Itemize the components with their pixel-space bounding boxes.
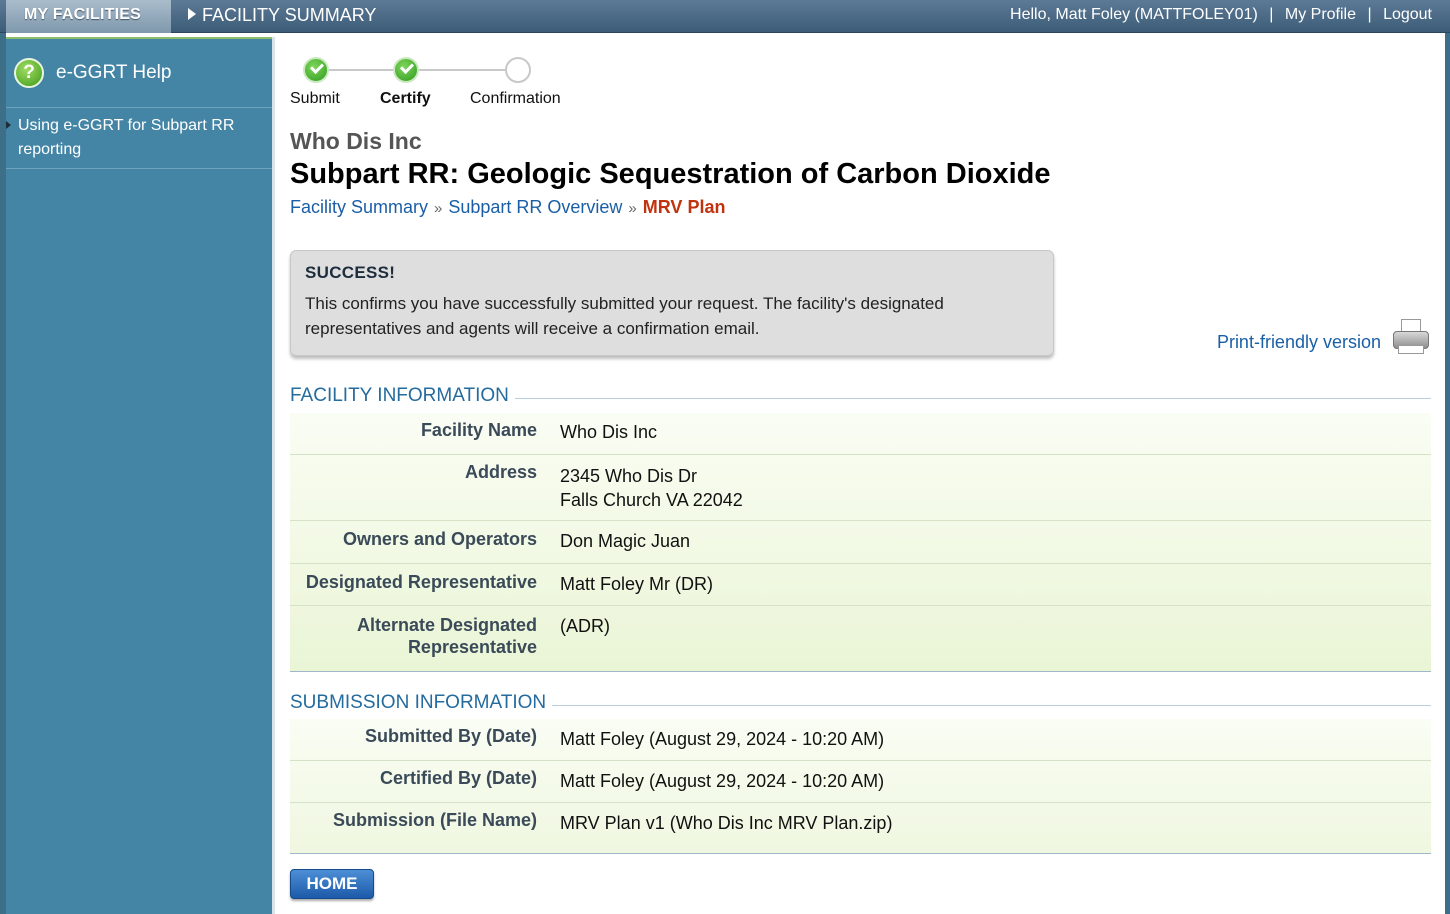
separator: | bbox=[1269, 6, 1274, 23]
row-label: Address bbox=[464, 462, 537, 482]
question-mark-icon: ? bbox=[14, 58, 44, 88]
breadcrumb-separator: » bbox=[434, 200, 443, 217]
table-row: Address 2345 Who Dis Dr Falls Church VA … bbox=[290, 455, 1431, 521]
help-header: ? e-GGRT Help bbox=[6, 39, 272, 108]
tab-my-facilities[interactable]: MY FACILITIES bbox=[6, 0, 171, 33]
row-label: Submission (File Name) bbox=[332, 810, 537, 830]
right-edge-bar bbox=[1445, 33, 1450, 914]
print-friendly-label: Print-friendly version bbox=[1216, 331, 1381, 352]
tab-facility-summary-label: FACILITY SUMMARY bbox=[202, 5, 377, 25]
tab-facility-summary[interactable]: FACILITY SUMMARY bbox=[188, 0, 376, 33]
breadcrumb: Facility Summary » Subpart RR Overview » MRV… bbox=[290, 197, 1431, 218]
help-link-subpart-rr[interactable]: Using e-GGRT for Subpart RR reporting bbox=[6, 108, 272, 169]
step-connector bbox=[418, 69, 506, 71]
main-content: Submit Certify Confirmation Who Dis Inc … bbox=[290, 40, 1431, 899]
row-value: Matt Foley (August 29, 2024 - 10:20 AM) bbox=[560, 771, 885, 791]
row-label: Facility Name bbox=[420, 420, 537, 440]
play-arrow-icon bbox=[188, 8, 196, 20]
table-row: Alternate Designated Representative (ADR… bbox=[290, 606, 1431, 671]
table-row: Certified By (Date) Matt Foley (August 2… bbox=[290, 761, 1431, 803]
submission-information-heading: SUBMISSION INFORMATION bbox=[290, 692, 1431, 714]
step-certify-check-icon bbox=[393, 57, 419, 83]
breadcrumb-subpart-rr-overview[interactable]: Subpart RR Overview bbox=[448, 197, 622, 217]
facility-information-title: FACILITY INFORMATION bbox=[290, 385, 509, 406]
breadcrumb-facility-summary[interactable]: Facility Summary bbox=[290, 197, 428, 217]
row-value: Matt Foley (August 29, 2024 - 10:20 AM) bbox=[560, 729, 885, 749]
company-name: Who Dis Inc bbox=[290, 128, 422, 154]
address-line-1: 2345 Who Dis Dr bbox=[560, 466, 698, 486]
separator: | bbox=[1367, 6, 1372, 23]
top-nav-bar: MY FACILITIES FACILITY SUMMARY Hello, Ma… bbox=[0, 0, 1450, 33]
help-title: e-GGRT Help bbox=[56, 62, 172, 83]
arrow-right-icon bbox=[6, 121, 11, 129]
user-greeting: Hello, Matt Foley (MATTFOLEY01) bbox=[1010, 6, 1258, 23]
print-friendly-link[interactable]: Print-friendly version bbox=[1217, 317, 1431, 357]
success-heading: SUCCESS! bbox=[305, 263, 396, 282]
logout-link[interactable]: Logout bbox=[1383, 6, 1432, 23]
step-certify-label: Certify bbox=[380, 90, 431, 107]
step-confirmation-circle-icon bbox=[505, 57, 531, 83]
sidebar-divider bbox=[272, 37, 275, 914]
user-menu: Hello, Matt Foley (MATTFOLEY01) | My Pro… bbox=[1010, 0, 1432, 33]
submission-information-title: SUBMISSION INFORMATION bbox=[290, 692, 547, 713]
table-row: Designated Representative Matt Foley Mr … bbox=[290, 564, 1431, 606]
facility-information-heading: FACILITY INFORMATION bbox=[290, 385, 1431, 407]
facility-information-table: Facility Name Who Dis Inc Address 2345 W… bbox=[290, 413, 1431, 672]
printer-icon bbox=[1391, 317, 1431, 357]
progress-steps: Submit Certify Confirmation bbox=[290, 40, 1431, 120]
table-row: Owners and Operators Don Magic Juan bbox=[290, 521, 1431, 564]
table-row: Submission (File Name) MRV Plan v1 (Who … bbox=[290, 803, 1431, 853]
home-button[interactable]: HOME bbox=[290, 869, 374, 899]
success-message-box: SUCCESS! This confirms you have successf… bbox=[290, 250, 1054, 356]
page-title: Subpart RR: Geologic Sequestration of Ca… bbox=[290, 158, 1051, 190]
step-confirmation-label: Confirmation bbox=[470, 90, 561, 107]
step-submit-check-icon bbox=[303, 57, 329, 83]
row-value: Who Dis Inc bbox=[560, 422, 658, 442]
my-profile-link[interactable]: My Profile bbox=[1285, 6, 1356, 23]
row-value: 2345 Who Dis Dr Falls Church VA 22042 bbox=[537, 462, 743, 520]
row-label: Designated Representative bbox=[305, 572, 537, 592]
success-body: This confirms you have successfully subm… bbox=[305, 294, 944, 338]
row-label: Alternate Designated Representative bbox=[356, 615, 537, 657]
table-row: Submitted By (Date) Matt Foley (August 2… bbox=[290, 719, 1431, 761]
breadcrumb-current: MRV Plan bbox=[642, 197, 726, 217]
row-label: Certified By (Date) bbox=[379, 768, 537, 788]
help-link-label: Using e-GGRT for Subpart RR reporting bbox=[18, 117, 235, 158]
help-sidebar: ? e-GGRT Help Using e-GGRT for Subpart R… bbox=[6, 37, 272, 914]
row-label: Submitted By (Date) bbox=[364, 726, 537, 746]
table-row: Facility Name Who Dis Inc bbox=[290, 413, 1431, 455]
address-line-2: Falls Church VA 22042 bbox=[560, 490, 743, 510]
row-label: Owners and Operators bbox=[342, 529, 537, 549]
step-submit-label: Submit bbox=[290, 90, 340, 107]
row-value: (ADR) bbox=[560, 616, 610, 636]
breadcrumb-separator: » bbox=[628, 200, 637, 217]
row-value: Don Magic Juan bbox=[560, 531, 691, 551]
row-value: Matt Foley Mr (DR) bbox=[560, 574, 713, 594]
submission-information-table: Submitted By (Date) Matt Foley (August 2… bbox=[290, 719, 1431, 854]
row-value: MRV Plan v1 (Who Dis Inc MRV Plan.zip) bbox=[560, 813, 893, 833]
